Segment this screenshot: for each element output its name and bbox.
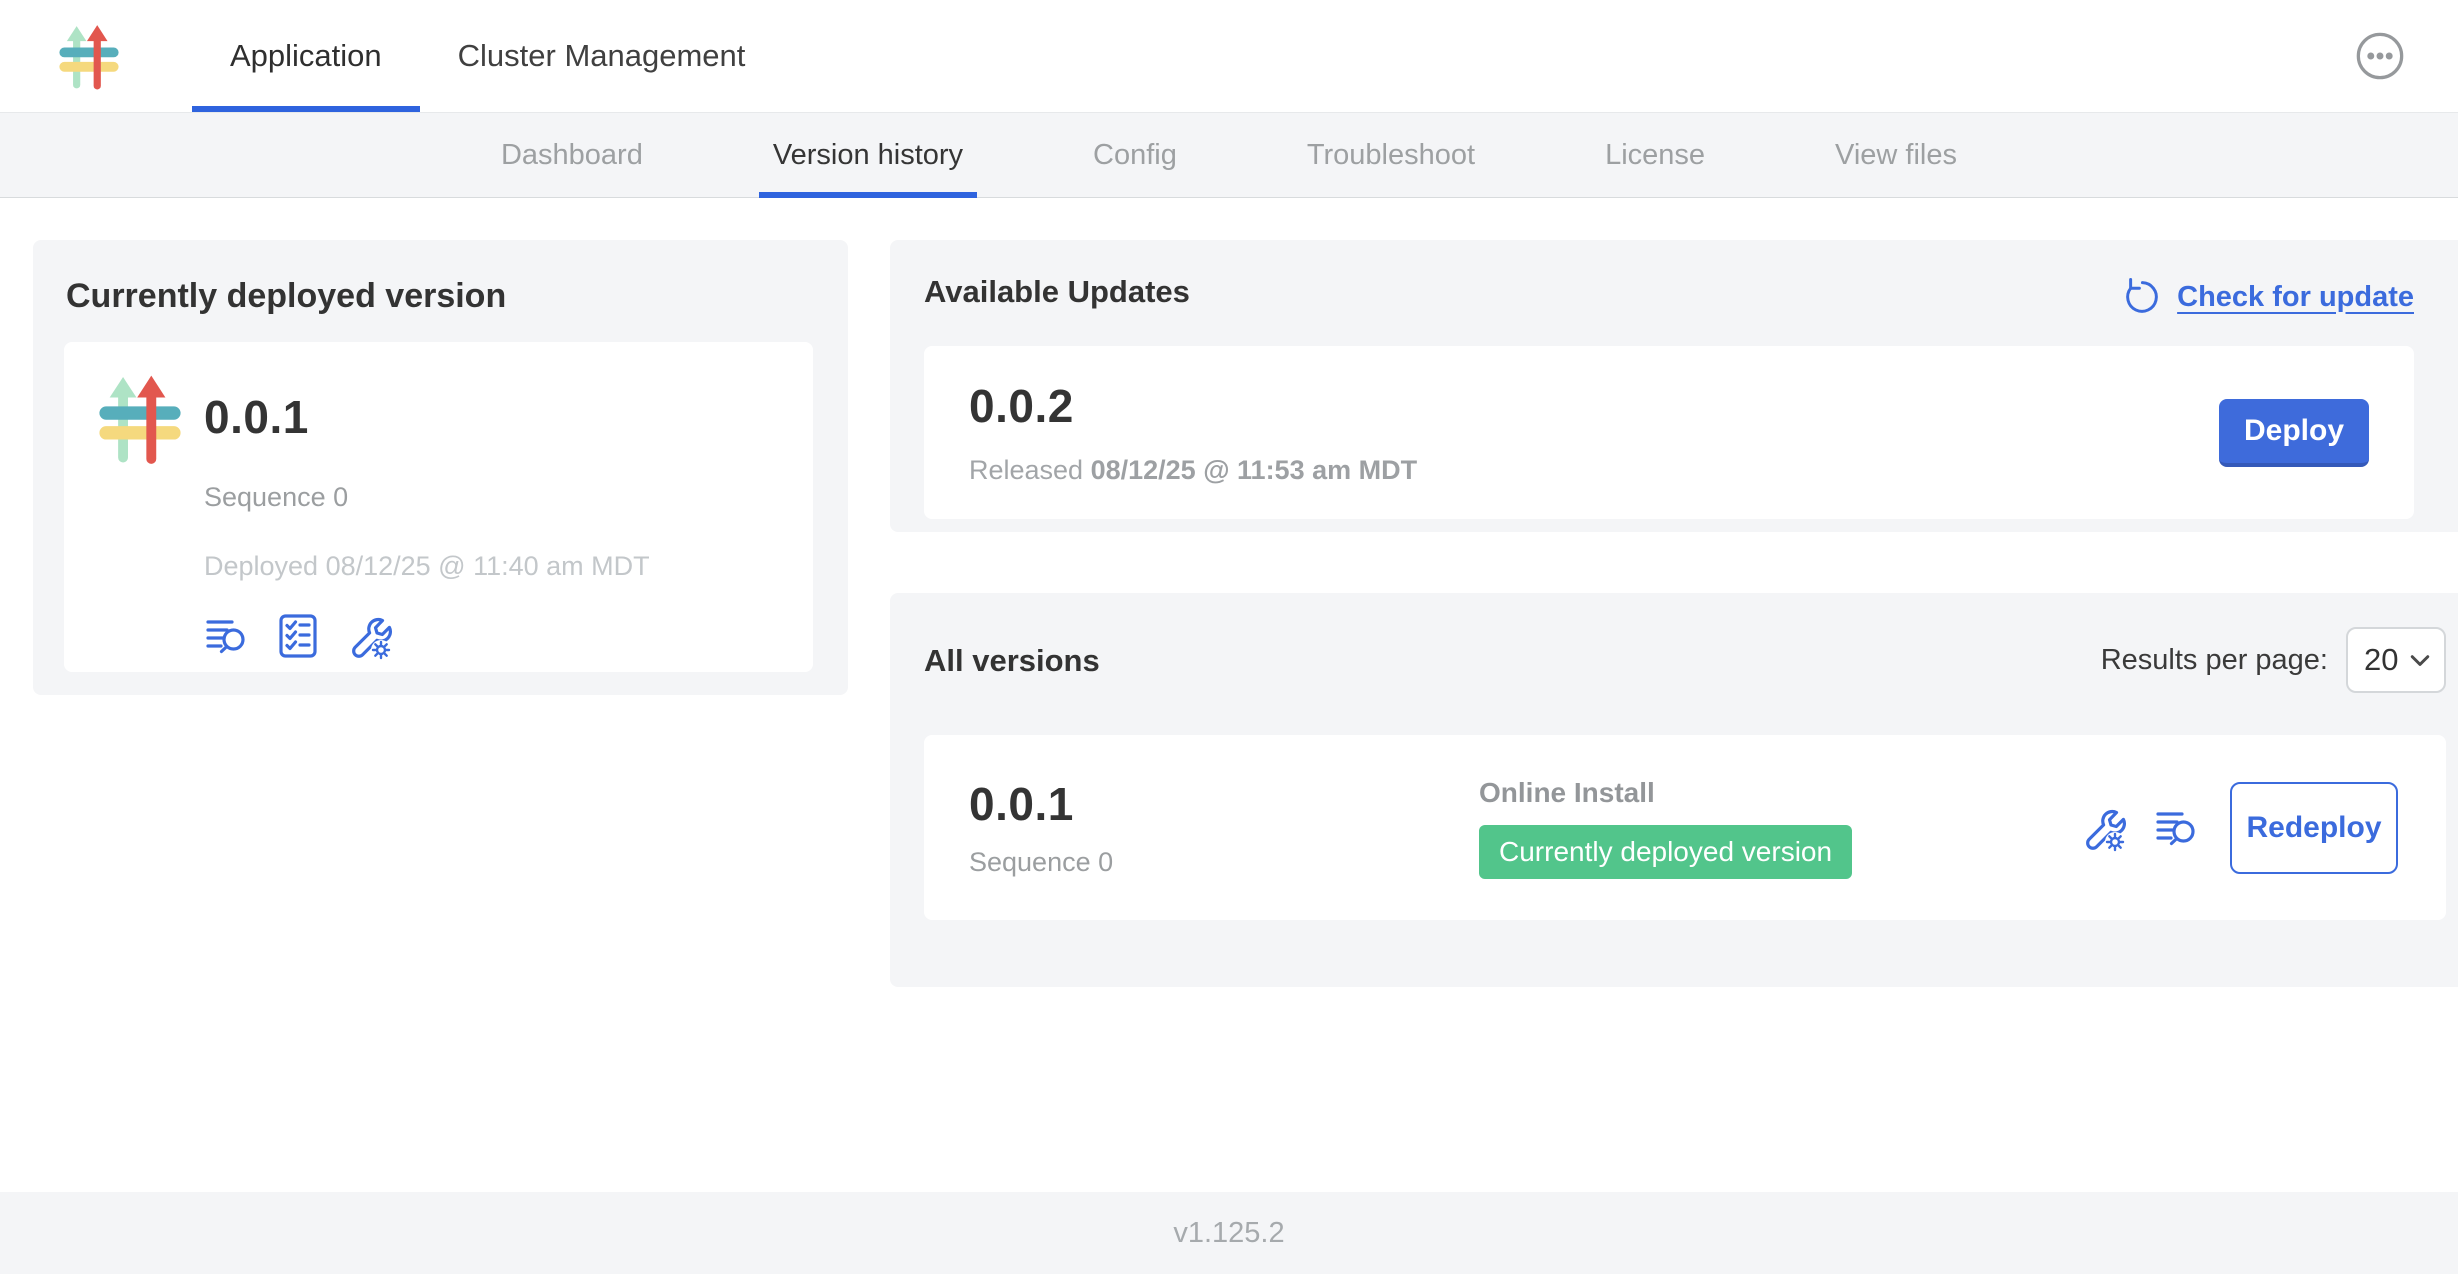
tab-application-label: Application bbox=[230, 38, 382, 74]
subnav-item-troubleshoot[interactable]: Troubleshoot bbox=[1293, 113, 1489, 197]
deployed-actions bbox=[204, 612, 783, 660]
subnav-config-label: Config bbox=[1093, 139, 1177, 172]
deploy-button[interactable]: Deploy bbox=[2219, 399, 2369, 467]
all-versions-card: All versions Results per page: 20 bbox=[890, 593, 2458, 987]
chevron-down-icon bbox=[2410, 652, 2430, 668]
top-navbar: Application Cluster Management bbox=[0, 0, 2458, 113]
update-version-number: 0.0.2 bbox=[969, 379, 1417, 433]
currently-deployed-badge: Currently deployed version bbox=[1479, 825, 1852, 879]
update-row: 0.0.2 Released 08/12/25 @ 11:53 am MDT D… bbox=[924, 346, 2414, 519]
subnav-item-dashboard[interactable]: Dashboard bbox=[487, 113, 657, 197]
deployed-version-number: 0.0.1 bbox=[204, 372, 783, 444]
subnav-view-files-label: View files bbox=[1835, 139, 1957, 172]
currently-deployed-card: Currently deployed version 0.0.1 Sequenc… bbox=[33, 240, 848, 695]
released-date: 08/12/25 @ 11:53 am MDT bbox=[1091, 455, 1418, 485]
results-per-page-select[interactable]: 20 bbox=[2346, 627, 2446, 693]
tab-cluster-management[interactable]: Cluster Management bbox=[420, 0, 784, 112]
deployed-version-panel: 0.0.1 Sequence 0 Deployed 08/12/25 @ 11:… bbox=[64, 342, 813, 672]
subnav-item-config[interactable]: Config bbox=[1079, 113, 1191, 197]
console-version: v1.125.2 bbox=[1173, 1217, 1284, 1250]
subnav-item-version-history[interactable]: Version history bbox=[759, 113, 977, 197]
version-row: 0.0.1 Sequence 0 Online Install Currentl… bbox=[924, 735, 2446, 920]
available-updates-title: Available Updates bbox=[924, 274, 1190, 310]
app-logo-icon bbox=[58, 21, 120, 91]
released-prefix: Released bbox=[969, 455, 1091, 485]
tab-cluster-management-label: Cluster Management bbox=[458, 38, 746, 74]
install-type-label: Online Install bbox=[1479, 777, 2078, 809]
active-tab-underline bbox=[192, 106, 420, 112]
refresh-icon bbox=[2121, 276, 2163, 318]
subnav-item-view-files[interactable]: View files bbox=[1821, 113, 1971, 197]
edit-config-icon[interactable] bbox=[2078, 804, 2126, 852]
available-updates-card: Available Updates Check for update 0.0.2 bbox=[890, 240, 2458, 532]
subnav-dashboard-label: Dashboard bbox=[501, 139, 643, 172]
redeploy-button[interactable]: Redeploy bbox=[2230, 782, 2398, 874]
edit-config-icon[interactable] bbox=[344, 612, 392, 660]
active-subnav-underline bbox=[759, 192, 977, 198]
view-logs-icon[interactable] bbox=[2154, 804, 2202, 852]
preflight-checks-icon[interactable] bbox=[274, 612, 322, 660]
check-for-update-label: Check for update bbox=[2177, 281, 2414, 314]
subnav-troubleshoot-label: Troubleshoot bbox=[1307, 139, 1475, 172]
row-sequence: Sequence 0 bbox=[969, 847, 1479, 878]
results-per-page-control: Results per page: 20 bbox=[2101, 627, 2446, 693]
currently-deployed-title: Currently deployed version bbox=[64, 273, 813, 342]
subnav-license-label: License bbox=[1605, 139, 1705, 172]
results-per-page-label: Results per page: bbox=[2101, 644, 2328, 677]
results-per-page-value: 20 bbox=[2364, 642, 2398, 678]
subnav-item-license[interactable]: License bbox=[1591, 113, 1719, 197]
console-footer: v1.125.2 bbox=[0, 1192, 2458, 1274]
row-actions: Redeploy bbox=[2078, 782, 2406, 874]
app-subnav: Dashboard Version history Config Trouble… bbox=[0, 113, 2458, 198]
all-versions-title: All versions bbox=[924, 627, 1100, 679]
ellipsis-circle-icon bbox=[2354, 30, 2406, 82]
app-logo-icon bbox=[94, 370, 186, 466]
deployed-timestamp: Deployed 08/12/25 @ 11:40 am MDT bbox=[204, 551, 783, 582]
subnav-version-history-label: Version history bbox=[773, 139, 963, 172]
overflow-menu-button[interactable] bbox=[2354, 30, 2406, 82]
row-version-number: 0.0.1 bbox=[969, 777, 1479, 831]
update-released-line: Released 08/12/25 @ 11:53 am MDT bbox=[969, 455, 1417, 486]
check-for-update-link[interactable]: Check for update bbox=[2121, 276, 2414, 318]
right-column: Available Updates Check for update 0.0.2 bbox=[890, 240, 2458, 987]
deployed-sequence: Sequence 0 bbox=[204, 482, 783, 513]
tab-application[interactable]: Application bbox=[192, 0, 420, 112]
version-history-page: Currently deployed version 0.0.1 Sequenc… bbox=[0, 198, 2458, 1192]
top-tabs: Application Cluster Management bbox=[192, 0, 783, 112]
view-logs-icon[interactable] bbox=[204, 612, 252, 660]
